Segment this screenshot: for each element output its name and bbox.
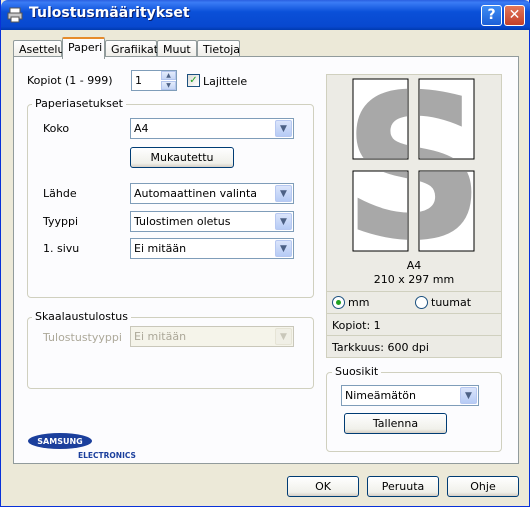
copies-value[interactable]: 1 <box>135 74 142 87</box>
title-bar[interactable]: Tulostusmääritykset ? ✕ <box>1 0 530 30</box>
source-label: Lähde <box>43 187 77 200</box>
spin-down-icon[interactable]: ▼ <box>161 81 176 90</box>
favorites-group <box>326 372 502 452</box>
size-select[interactable]: A4 ▼ <box>130 118 294 139</box>
copies-stepper[interactable]: 1 ▲ ▼ <box>131 70 177 91</box>
first-page-label: 1. sivu <box>43 242 80 255</box>
favorites-title: Suosikit <box>332 365 382 378</box>
chevron-down-icon[interactable]: ▼ <box>275 240 292 257</box>
help-button[interactable]: Ohje <box>447 476 519 497</box>
logo-brand: SAMSUNG <box>37 437 82 446</box>
tab-paperi[interactable]: Paperi <box>62 37 105 59</box>
type-select[interactable]: Tulostimen oletus ▼ <box>130 211 294 232</box>
source-value: Automaattinen valinta <box>134 187 258 200</box>
print-type-value: Ei mitään <box>134 330 187 343</box>
paper-name: A4 <box>406 259 422 272</box>
favorites-value: Nimeämätön <box>345 389 416 402</box>
resolution-info: Tarkkuus: 600 dpi <box>332 341 429 354</box>
scaling-title: Skaalaustulostus <box>32 310 131 323</box>
collate-label: Lajittele <box>203 75 248 88</box>
preview-glyph: S <box>342 75 486 255</box>
copies-label: Kopiot (1 - 999) <box>27 74 113 87</box>
print-type-label: Tulostustyyppi <box>43 331 122 344</box>
preview-area: S A4 210 x 297 mm <box>327 75 501 291</box>
chevron-down-icon[interactable]: ▼ <box>460 387 477 404</box>
spin-up-icon[interactable]: ▲ <box>161 71 176 80</box>
unit-inch-label: tuumat <box>431 296 472 309</box>
print-type-select[interactable]: Ei mitään ▼ <box>130 326 294 347</box>
size-value: A4 <box>134 122 149 135</box>
close-button[interactable]: ✕ <box>504 5 525 26</box>
page-preview-icon: S <box>342 75 486 255</box>
type-value: Tulostimen oletus <box>134 215 231 228</box>
custom-size-button[interactable]: Mukautettu <box>130 147 234 168</box>
first-page-value: Ei mitään <box>134 242 187 255</box>
ok-button[interactable]: OK <box>287 476 359 497</box>
help-title-button[interactable]: ? <box>481 5 502 26</box>
cancel-button[interactable]: Peruuta <box>367 476 439 497</box>
copies-info-row: Kopiot: 1 <box>327 313 501 335</box>
chevron-down-icon[interactable]: ▼ <box>275 185 292 202</box>
favorites-select[interactable]: Nimeämätön ▼ <box>341 385 479 406</box>
print-preferences-dialog: Tulostusmääritykset ? ✕ Asettelu Paperi … <box>0 0 530 507</box>
type-label: Tyyppi <box>43 215 79 228</box>
collate-checkbox[interactable]: ✓ <box>187 74 200 87</box>
source-select[interactable]: Automaattinen valinta ▼ <box>130 183 294 204</box>
resolution-row: Tarkkuus: 600 dpi <box>327 335 501 357</box>
save-favorite-button[interactable]: Tallenna <box>344 413 447 434</box>
printer-icon <box>7 7 23 23</box>
unit-inch-radio[interactable] <box>415 296 428 309</box>
radio-selected-dot <box>336 300 341 305</box>
paper-options-title: Paperiasetukset <box>32 97 126 110</box>
logo-sub: ELECTRONICS <box>78 451 136 460</box>
copies-info: Kopiot: 1 <box>332 319 381 332</box>
unit-row: mm tuumat <box>327 291 501 313</box>
samsung-logo: SAMSUNG ELECTRONICS <box>28 432 138 465</box>
chevron-down-icon[interactable]: ▼ <box>275 213 292 230</box>
first-page-select[interactable]: Ei mitään ▼ <box>130 238 294 259</box>
preview-panel: S A4 210 x 297 mm mm tuumat Kopiot: 1 Ta… <box>326 74 502 358</box>
svg-text:S: S <box>342 75 486 255</box>
chevron-down-icon[interactable]: ▼ <box>275 120 292 137</box>
unit-mm-label: mm <box>348 296 370 309</box>
paper-dimensions: 210 x 297 mm <box>373 273 455 286</box>
window-title: Tulostusmääritykset <box>29 5 190 21</box>
chevron-down-icon: ▼ <box>275 328 292 345</box>
size-label: Koko <box>43 122 70 135</box>
unit-mm-radio[interactable] <box>332 296 345 309</box>
samsung-logo-icon: SAMSUNG ELECTRONICS <box>28 433 136 460</box>
